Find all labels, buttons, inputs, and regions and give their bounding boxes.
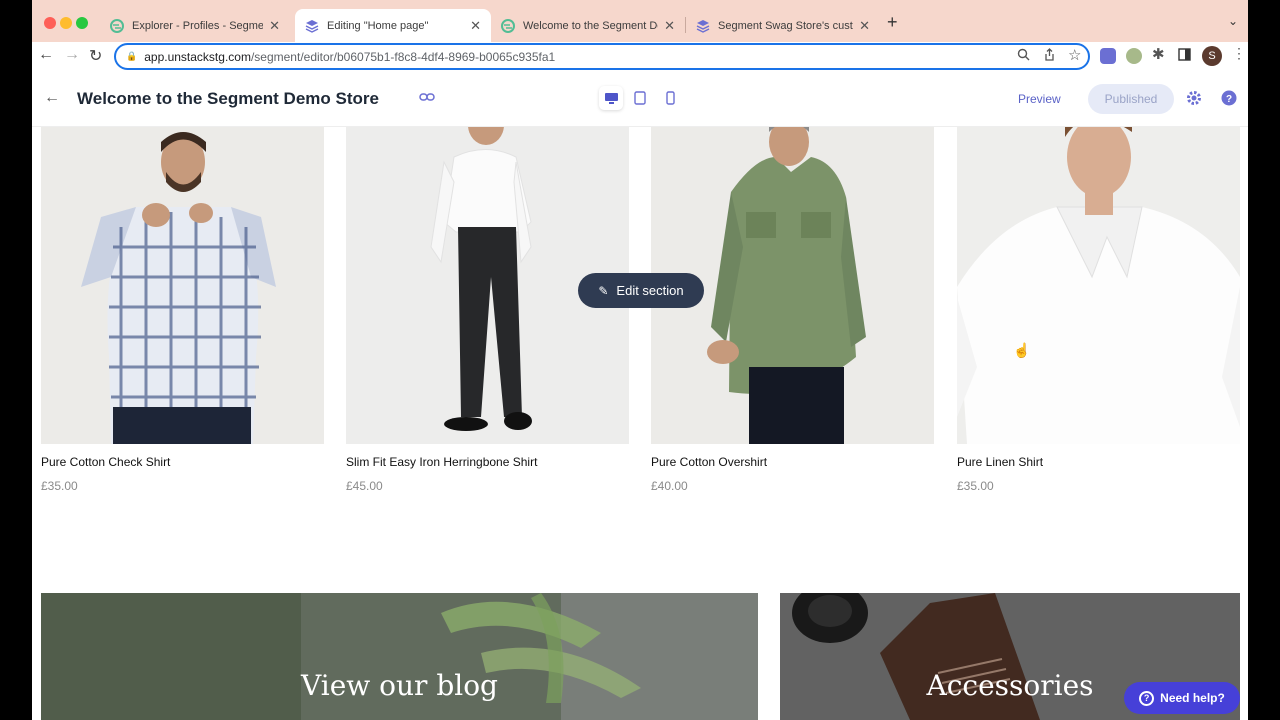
editor-header: ← Welcome to the Segment Demo Store Prev… (32, 72, 1248, 127)
browser-toolbar: ← → ↻ 🔒 app.unstackstg.com/segment/edito… (32, 42, 1248, 72)
new-tab-button[interactable]: + (887, 12, 898, 33)
tab-close-icon[interactable]: ✕ (470, 18, 481, 34)
url-path: /segment/editor/b06075b1-f8c8-4df4-8969-… (250, 49, 556, 64)
help-icon[interactable]: ? (1221, 90, 1237, 106)
pencil-icon: ✎ (598, 283, 609, 298)
need-help-label: Need help? (1160, 691, 1225, 705)
blog-banner[interactable]: View our blog (41, 593, 758, 720)
desktop-icon (604, 92, 618, 104)
share-icon[interactable] (1043, 48, 1056, 61)
product-price: £35.00 (41, 479, 78, 493)
address-bar[interactable]: 🔒 app.unstackstg.com/segment/editor/b060… (114, 43, 1090, 70)
extension-icon[interactable] (1100, 48, 1116, 64)
unstack-layers-icon (305, 19, 319, 33)
back-arrow-icon[interactable]: ← (44, 89, 60, 107)
back-arrow-icon[interactable]: ← (38, 46, 54, 64)
product-card[interactable]: Pure Cotton Overshirt £40.00 (651, 127, 934, 493)
product-name[interactable]: Pure Linen Shirt (957, 455, 1240, 469)
desktop-view-button[interactable] (599, 86, 623, 110)
svg-text:?: ? (1226, 94, 1232, 105)
tab-editing-home-page[interactable]: Editing "Home page" ✕ (295, 9, 491, 42)
banner-title: View our blog (301, 669, 498, 702)
tab-title: Segment Swag Store's custom (718, 19, 854, 32)
tab-swag-store[interactable]: Segment Swag Store's custom ✕ (686, 9, 880, 42)
tab-title: Welcome to the Segment Demo Store (523, 19, 658, 32)
hand-pointer-icon: ☝ (1013, 342, 1031, 358)
url-host: app.unstackstg.com (144, 49, 251, 64)
page-title: Welcome to the Segment Demo Store (77, 89, 379, 108)
extensions-puzzle-icon[interactable]: ✱ (1152, 45, 1165, 63)
segment-favicon-icon (501, 18, 515, 33)
product-name[interactable]: Pure Cotton Overshirt (651, 455, 934, 469)
edit-section-button[interactable]: ✎ Edit section (578, 273, 704, 308)
product-card[interactable]: Slim Fit Easy Iron Herringbone Shirt £45… (346, 127, 629, 493)
product-price: £45.00 (346, 479, 383, 493)
edit-section-label: Edit section (616, 283, 684, 298)
link-icon[interactable] (419, 91, 435, 103)
question-icon: ? (1139, 690, 1155, 706)
unstack-layers-icon (696, 19, 710, 33)
product-price: £35.00 (957, 479, 994, 493)
tab-title: Explorer - Profiles - Segment (132, 19, 264, 32)
segment-favicon-icon (110, 18, 124, 33)
reload-icon[interactable]: ↻ (89, 46, 102, 66)
product-card[interactable]: Pure Cotton Check Shirt £35.00 (41, 127, 324, 493)
product-image[interactable] (957, 127, 1240, 444)
product-name[interactable]: Slim Fit Easy Iron Herringbone Shirt (346, 455, 629, 469)
published-button[interactable]: Published (1088, 84, 1174, 114)
profile-avatar[interactable]: S (1202, 46, 1222, 66)
gear-icon[interactable] (1186, 90, 1202, 106)
need-help-button[interactable]: ? Need help? (1124, 682, 1240, 714)
tab-strip: Explorer - Profiles - Segment ✕ Editing … (32, 0, 1248, 42)
side-panel-icon[interactable] (1178, 48, 1191, 61)
close-window-button[interactable] (44, 17, 56, 29)
maximize-window-button[interactable] (76, 17, 88, 29)
tab-close-icon[interactable]: ✕ (859, 18, 870, 34)
tab-close-icon[interactable]: ✕ (269, 18, 280, 34)
preview-button[interactable]: Preview (1018, 92, 1061, 106)
product-card[interactable]: Pure Linen Shirt £35.00 (957, 127, 1240, 493)
tablet-icon (634, 91, 646, 105)
tab-search-chevron-icon[interactable]: ⌄ (1228, 14, 1238, 28)
minimize-window-button[interactable] (60, 17, 72, 29)
tablet-view-button[interactable] (628, 86, 652, 110)
product-image[interactable] (41, 127, 324, 444)
forward-arrow-icon[interactable]: → (64, 46, 80, 64)
tab-welcome-demo-store[interactable]: Welcome to the Segment Demo Store ✕ (491, 9, 685, 42)
tab-close-icon[interactable]: ✕ (664, 18, 675, 34)
kebab-menu-icon[interactable]: ⋮ (1232, 45, 1246, 62)
product-name[interactable]: Pure Cotton Check Shirt (41, 455, 324, 469)
lock-icon: 🔒 (126, 51, 138, 61)
zoom-search-icon[interactable] (1017, 48, 1030, 61)
extension-icon[interactable] (1126, 48, 1142, 64)
bookmark-star-icon[interactable]: ☆ (1068, 46, 1081, 64)
browser-window: Explorer - Profiles - Segment ✕ Editing … (32, 0, 1248, 720)
mobile-view-button[interactable] (658, 86, 682, 110)
tab-title: Editing "Home page" (327, 19, 429, 32)
product-price: £40.00 (651, 479, 688, 493)
mobile-icon (665, 91, 675, 105)
tab-explorer-profiles[interactable]: Explorer - Profiles - Segment ✕ (100, 9, 290, 42)
